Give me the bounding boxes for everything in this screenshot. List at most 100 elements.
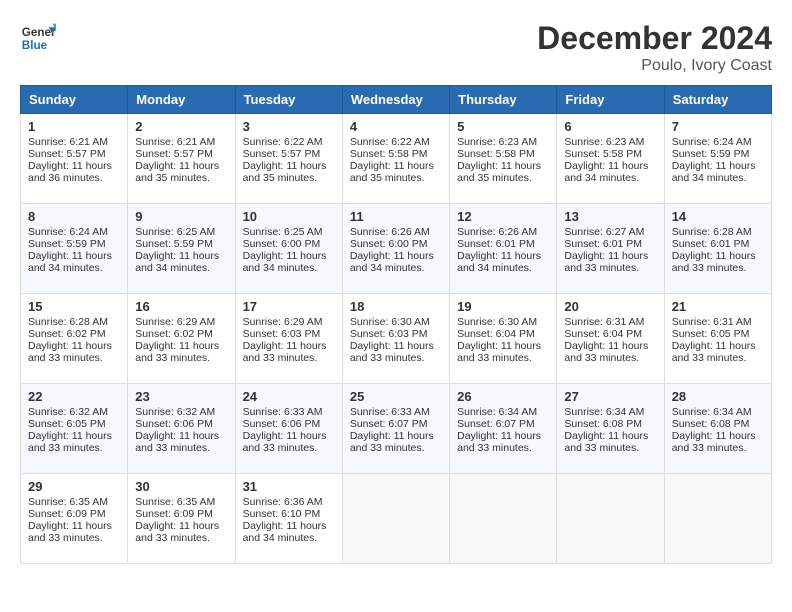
calendar-cell: 10Sunrise: 6:25 AMSunset: 6:00 PMDayligh… bbox=[235, 204, 342, 294]
day-info: Daylight: 11 hours bbox=[28, 250, 120, 262]
day-number: 16 bbox=[135, 299, 227, 314]
day-info: Sunrise: 6:28 AM bbox=[672, 226, 764, 238]
day-info: Sunrise: 6:34 AM bbox=[672, 406, 764, 418]
weekday-header-saturday: Saturday bbox=[664, 86, 771, 114]
calendar-cell: 28Sunrise: 6:34 AMSunset: 6:08 PMDayligh… bbox=[664, 384, 771, 474]
day-info: Daylight: 11 hours bbox=[457, 430, 549, 442]
day-info: Sunset: 5:59 PM bbox=[28, 238, 120, 250]
day-info: Sunrise: 6:32 AM bbox=[28, 406, 120, 418]
day-info: Sunset: 6:01 PM bbox=[564, 238, 656, 250]
day-info: Daylight: 11 hours bbox=[564, 160, 656, 172]
day-info: and 36 minutes. bbox=[28, 172, 120, 184]
day-info: Daylight: 11 hours bbox=[243, 160, 335, 172]
day-number: 14 bbox=[672, 209, 764, 224]
day-info: and 33 minutes. bbox=[564, 442, 656, 454]
day-info: Sunrise: 6:22 AM bbox=[350, 136, 442, 148]
day-info: Daylight: 11 hours bbox=[135, 340, 227, 352]
day-number: 8 bbox=[28, 209, 120, 224]
day-info: Daylight: 11 hours bbox=[135, 430, 227, 442]
day-info: Sunset: 5:57 PM bbox=[243, 148, 335, 160]
day-info: and 33 minutes. bbox=[672, 442, 764, 454]
day-info: Sunset: 5:59 PM bbox=[672, 148, 764, 160]
day-info: Sunset: 6:07 PM bbox=[350, 418, 442, 430]
day-info: Sunset: 6:09 PM bbox=[28, 508, 120, 520]
day-info: and 33 minutes. bbox=[564, 262, 656, 274]
weekday-header-row: SundayMondayTuesdayWednesdayThursdayFrid… bbox=[21, 86, 772, 114]
day-number: 5 bbox=[457, 119, 549, 134]
day-info: Sunset: 5:58 PM bbox=[457, 148, 549, 160]
day-info: Sunset: 5:57 PM bbox=[135, 148, 227, 160]
day-info: Sunrise: 6:35 AM bbox=[135, 496, 227, 508]
day-info: and 33 minutes. bbox=[243, 352, 335, 364]
day-number: 18 bbox=[350, 299, 442, 314]
day-info: Sunrise: 6:27 AM bbox=[564, 226, 656, 238]
page-header: General Blue December 2024 Poulo, Ivory … bbox=[20, 20, 772, 75]
calendar-cell bbox=[557, 474, 664, 564]
day-info: and 33 minutes. bbox=[135, 442, 227, 454]
calendar-cell: 31Sunrise: 6:36 AMSunset: 6:10 PMDayligh… bbox=[235, 474, 342, 564]
day-info: Daylight: 11 hours bbox=[457, 250, 549, 262]
logo: General Blue bbox=[20, 20, 56, 56]
day-info: Sunrise: 6:30 AM bbox=[350, 316, 442, 328]
day-info: Daylight: 11 hours bbox=[135, 520, 227, 532]
calendar-cell: 18Sunrise: 6:30 AMSunset: 6:03 PMDayligh… bbox=[342, 294, 449, 384]
day-info: and 33 minutes. bbox=[28, 442, 120, 454]
calendar-cell: 6Sunrise: 6:23 AMSunset: 5:58 PMDaylight… bbox=[557, 114, 664, 204]
day-info: and 34 minutes. bbox=[243, 262, 335, 274]
day-info: Daylight: 11 hours bbox=[564, 340, 656, 352]
day-info: Sunrise: 6:32 AM bbox=[135, 406, 227, 418]
day-info: and 33 minutes. bbox=[135, 352, 227, 364]
day-info: Sunrise: 6:34 AM bbox=[564, 406, 656, 418]
day-number: 7 bbox=[672, 119, 764, 134]
calendar-cell: 5Sunrise: 6:23 AMSunset: 5:58 PMDaylight… bbox=[450, 114, 557, 204]
day-info: Sunrise: 6:22 AM bbox=[243, 136, 335, 148]
day-info: Daylight: 11 hours bbox=[135, 160, 227, 172]
day-info: Sunset: 5:58 PM bbox=[350, 148, 442, 160]
day-info: Sunset: 6:03 PM bbox=[243, 328, 335, 340]
week-row-1: 1Sunrise: 6:21 AMSunset: 5:57 PMDaylight… bbox=[21, 114, 772, 204]
day-info: Sunrise: 6:24 AM bbox=[672, 136, 764, 148]
day-info: and 35 minutes. bbox=[243, 172, 335, 184]
day-number: 2 bbox=[135, 119, 227, 134]
calendar-cell: 26Sunrise: 6:34 AMSunset: 6:07 PMDayligh… bbox=[450, 384, 557, 474]
calendar-cell: 27Sunrise: 6:34 AMSunset: 6:08 PMDayligh… bbox=[557, 384, 664, 474]
calendar-cell: 12Sunrise: 6:26 AMSunset: 6:01 PMDayligh… bbox=[450, 204, 557, 294]
day-info: Daylight: 11 hours bbox=[243, 340, 335, 352]
day-info: and 33 minutes. bbox=[457, 352, 549, 364]
calendar-cell: 14Sunrise: 6:28 AMSunset: 6:01 PMDayligh… bbox=[664, 204, 771, 294]
calendar-cell: 1Sunrise: 6:21 AMSunset: 5:57 PMDaylight… bbox=[21, 114, 128, 204]
calendar-cell bbox=[342, 474, 449, 564]
day-info: Sunset: 6:04 PM bbox=[457, 328, 549, 340]
week-row-2: 8Sunrise: 6:24 AMSunset: 5:59 PMDaylight… bbox=[21, 204, 772, 294]
day-info: Sunrise: 6:31 AM bbox=[672, 316, 764, 328]
svg-text:Blue: Blue bbox=[22, 39, 48, 52]
day-info: Sunrise: 6:31 AM bbox=[564, 316, 656, 328]
calendar-cell: 25Sunrise: 6:33 AMSunset: 6:07 PMDayligh… bbox=[342, 384, 449, 474]
day-info: Sunset: 6:08 PM bbox=[564, 418, 656, 430]
day-info: Daylight: 11 hours bbox=[243, 520, 335, 532]
day-number: 27 bbox=[564, 389, 656, 404]
day-info: and 33 minutes. bbox=[350, 352, 442, 364]
day-info: and 33 minutes. bbox=[672, 262, 764, 274]
day-number: 15 bbox=[28, 299, 120, 314]
weekday-header-thursday: Thursday bbox=[450, 86, 557, 114]
day-info: and 34 minutes. bbox=[457, 262, 549, 274]
day-number: 11 bbox=[350, 209, 442, 224]
day-number: 25 bbox=[350, 389, 442, 404]
day-info: Daylight: 11 hours bbox=[350, 340, 442, 352]
day-info: Sunrise: 6:25 AM bbox=[135, 226, 227, 238]
day-info: Sunrise: 6:29 AM bbox=[243, 316, 335, 328]
day-info: Sunset: 6:01 PM bbox=[672, 238, 764, 250]
calendar-cell: 20Sunrise: 6:31 AMSunset: 6:04 PMDayligh… bbox=[557, 294, 664, 384]
day-number: 30 bbox=[135, 479, 227, 494]
day-number: 1 bbox=[28, 119, 120, 134]
day-info: Daylight: 11 hours bbox=[350, 160, 442, 172]
day-info: Sunrise: 6:30 AM bbox=[457, 316, 549, 328]
calendar-cell bbox=[664, 474, 771, 564]
day-info: Sunrise: 6:21 AM bbox=[28, 136, 120, 148]
calendar-cell: 19Sunrise: 6:30 AMSunset: 6:04 PMDayligh… bbox=[450, 294, 557, 384]
weekday-header-friday: Friday bbox=[557, 86, 664, 114]
weekday-header-tuesday: Tuesday bbox=[235, 86, 342, 114]
day-info: Daylight: 11 hours bbox=[564, 250, 656, 262]
day-info: Sunset: 6:00 PM bbox=[243, 238, 335, 250]
